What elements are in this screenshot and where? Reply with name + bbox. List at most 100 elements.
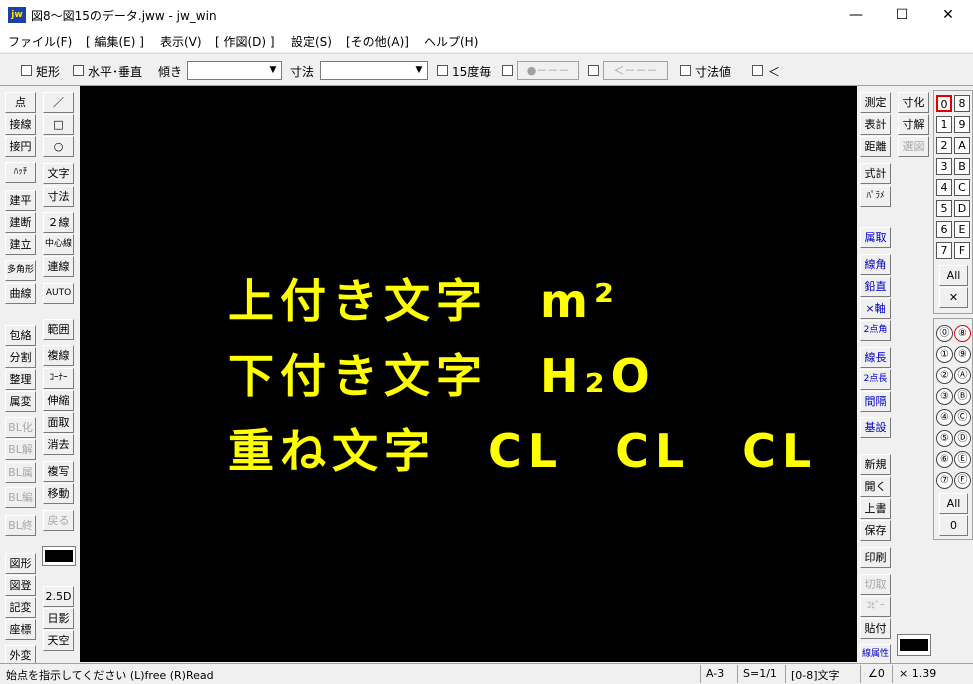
- tool-block-end[interactable]: BL終: [5, 515, 36, 536]
- group-9-button[interactable]: ⑨: [954, 346, 971, 363]
- tool-corner[interactable]: ｺｰﾅｰ: [43, 368, 74, 389]
- menu-draw[interactable]: [ 作図(D) ]: [215, 33, 275, 50]
- tool-circle[interactable]: ○: [43, 136, 74, 157]
- line-type-swatch[interactable]: [42, 546, 76, 566]
- group-5-button[interactable]: ⑤: [936, 430, 953, 447]
- rect-checkbox[interactable]: [21, 65, 32, 76]
- tool-organize[interactable]: 整理: [5, 369, 36, 390]
- tool-symbol-change[interactable]: 記変: [5, 597, 36, 618]
- tool-parallel[interactable]: 複線: [43, 345, 74, 366]
- group-zero-button[interactable]: 0: [939, 515, 968, 536]
- menu-settings[interactable]: 設定(S): [291, 33, 332, 50]
- tool-center-line[interactable]: 中心線: [43, 234, 74, 255]
- tool-arch-elevation[interactable]: 建立: [5, 234, 36, 255]
- menu-edit[interactable]: [ 編集(E) ]: [86, 33, 144, 50]
- group-2-button[interactable]: ②: [936, 367, 953, 384]
- tool-point[interactable]: 点: [5, 92, 36, 113]
- drawing-canvas[interactable]: 上付き文字 m² 下付き文字 H₂O 重ね文字 CL CL CL: [80, 86, 857, 662]
- tool-dimension[interactable]: 寸法: [43, 186, 74, 207]
- tool-connect-line[interactable]: 連線: [43, 256, 74, 277]
- jw-app-icon[interactable]: jw: [8, 7, 26, 23]
- tool-distance[interactable]: 距離: [860, 136, 891, 157]
- tool-undo[interactable]: 戻る: [43, 510, 74, 531]
- group-c-button[interactable]: Ⓒ: [954, 409, 971, 426]
- tool-block-attr[interactable]: BL属: [5, 462, 36, 483]
- layer-close-icon[interactable]: ✕: [939, 287, 968, 308]
- tool-figure[interactable]: 図形: [5, 553, 36, 574]
- layer-e-button[interactable]: E: [954, 221, 970, 238]
- tool-dim-release[interactable]: 寸解: [898, 114, 929, 135]
- chevron-down-icon[interactable]: ▼: [411, 62, 427, 79]
- group-f-button[interactable]: Ⓕ: [954, 472, 971, 489]
- tool-chamfer[interactable]: 面取: [43, 412, 74, 433]
- tool-line-angle[interactable]: 線角: [860, 254, 891, 275]
- tool-formula[interactable]: 式計: [860, 163, 891, 184]
- lt-checkbox[interactable]: [752, 65, 763, 76]
- tool-line[interactable]: ／: [43, 92, 74, 113]
- overwrite-button[interactable]: 上書: [860, 498, 891, 519]
- zoom-button[interactable]: × 1.39: [899, 667, 936, 680]
- deg15-checkbox[interactable]: [437, 65, 448, 76]
- chevron-down-icon[interactable]: ▼: [265, 62, 281, 79]
- layer-2-button[interactable]: 2: [936, 137, 952, 154]
- tool-block-create[interactable]: BL化: [5, 417, 36, 438]
- close-button[interactable]: ✕: [925, 0, 971, 30]
- scale-button[interactable]: S=1/1: [743, 667, 777, 680]
- new-file-button[interactable]: 新規: [860, 454, 891, 475]
- tool-stretch[interactable]: 伸縮: [43, 390, 74, 411]
- layer-7-button[interactable]: 7: [936, 242, 952, 259]
- save-button[interactable]: 保存: [860, 520, 891, 541]
- cut-button[interactable]: 切取: [860, 574, 891, 595]
- tool-2pt-length[interactable]: 2点長: [860, 369, 891, 390]
- tool-sun-shadow[interactable]: 日影: [43, 608, 74, 629]
- tool-copy[interactable]: 複写: [43, 461, 74, 482]
- group-0-button[interactable]: ⓪: [936, 325, 953, 342]
- horiz-vert-checkbox[interactable]: [73, 65, 84, 76]
- tool-block-edit[interactable]: BL編: [5, 487, 36, 508]
- paste-button[interactable]: 貼付: [860, 618, 891, 639]
- layer-1-button[interactable]: 1: [936, 116, 952, 133]
- layer-3-button[interactable]: 3: [936, 158, 952, 175]
- point-checkbox[interactable]: [502, 65, 513, 76]
- line-attr-button[interactable]: 線属性: [860, 644, 891, 665]
- group-1-button[interactable]: ①: [936, 346, 953, 363]
- layer-f-button[interactable]: F: [954, 242, 970, 259]
- layer-8-button[interactable]: 8: [954, 95, 970, 112]
- size-combobox[interactable]: ▼: [320, 61, 428, 80]
- tool-tangent-line[interactable]: 接線: [5, 114, 36, 135]
- arrow-style-button[interactable]: ＜－－－: [603, 61, 668, 80]
- tool-sky-factor[interactable]: 天空: [43, 630, 74, 651]
- tool-table-calc[interactable]: 表計: [860, 114, 891, 135]
- angle-button[interactable]: ∠0: [868, 667, 885, 680]
- tool-attr-change[interactable]: 属変: [5, 391, 36, 412]
- tool-erase[interactable]: 消去: [43, 434, 74, 455]
- tilt-combobox[interactable]: ▼: [187, 61, 282, 80]
- tool-double-line[interactable]: ２線: [43, 212, 74, 233]
- group-3-button[interactable]: ③: [936, 388, 953, 405]
- layer-a-button[interactable]: A: [954, 137, 970, 154]
- group-a-button[interactable]: Ⓐ: [954, 367, 971, 384]
- print-button[interactable]: 印刷: [860, 547, 891, 568]
- tool-tangent-circle[interactable]: 接円: [5, 136, 36, 157]
- tool-2-5d[interactable]: 2.5D: [43, 586, 74, 607]
- group-6-button[interactable]: ⑥: [936, 451, 953, 468]
- tool-figure-register[interactable]: 図登: [5, 575, 36, 596]
- tool-auto[interactable]: AUTO: [43, 283, 74, 304]
- layer-c-button[interactable]: C: [954, 179, 970, 196]
- group-e-button[interactable]: Ⓔ: [954, 451, 971, 468]
- tool-dim-convert[interactable]: 寸化: [898, 92, 929, 113]
- layer-4-button[interactable]: 4: [936, 179, 952, 196]
- tool-select-drawing[interactable]: 選図: [898, 136, 929, 157]
- copy-button[interactable]: ｺﾋﾟｰ: [860, 596, 891, 617]
- minimize-button[interactable]: —: [833, 0, 879, 30]
- dim-value-checkbox[interactable]: [680, 65, 691, 76]
- menu-file[interactable]: ファイル(F): [8, 33, 72, 50]
- tool-line-length[interactable]: 線長: [860, 347, 891, 368]
- tool-hatch[interactable]: ﾊｯﾁ: [5, 162, 36, 183]
- tool-measure[interactable]: 測定: [860, 92, 891, 113]
- tool-arch-section[interactable]: 建断: [5, 212, 36, 233]
- point-style-button[interactable]: ●－－－: [517, 61, 579, 80]
- layer-0-button[interactable]: 0: [936, 95, 952, 112]
- layer-d-button[interactable]: D: [954, 200, 970, 217]
- tool-polygon[interactable]: 多角形: [5, 260, 36, 281]
